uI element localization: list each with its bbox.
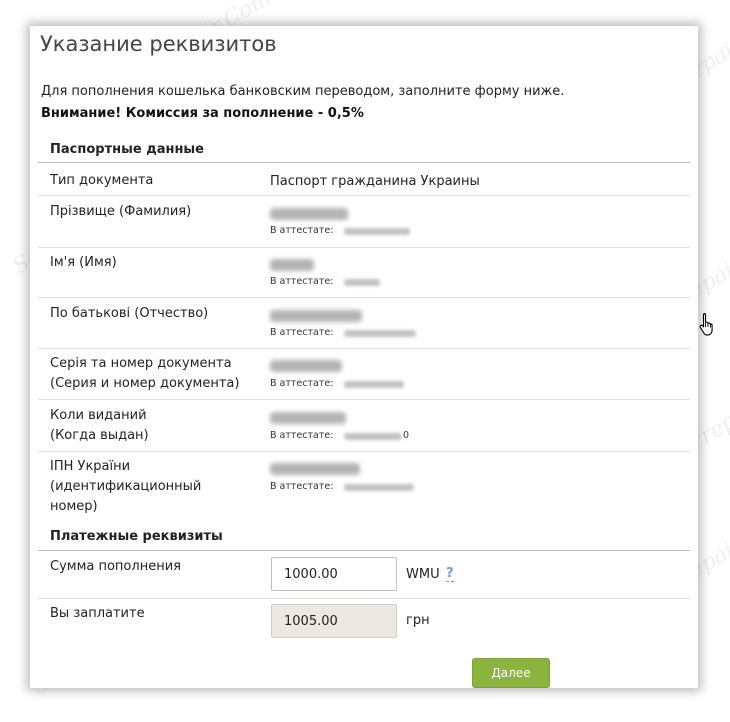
name-attest-redacted	[344, 279, 380, 286]
issued-date-attest-redacted	[344, 433, 402, 440]
issued-date-label-line: Коли виданий	[50, 408, 147, 423]
doc-type-value: Паспорт гражданина Украины	[270, 174, 480, 189]
divider	[38, 297, 690, 298]
commission-warning: Внимание! Комиссия за пополнение - 0,5%	[41, 106, 364, 121]
issued-date-attest-tail: 0	[403, 430, 410, 441]
ipn-label: ІПН України (идентификационный номер)	[50, 457, 260, 517]
divider	[38, 550, 690, 551]
divider	[38, 162, 690, 163]
doc-number-label-line: Серія та номер документа	[50, 356, 232, 371]
ipn-attest-label: В аттестате:	[270, 481, 334, 492]
surname-attest-label: В аттестате:	[270, 225, 334, 236]
divider	[38, 451, 690, 452]
issued-date-label: Коли виданий (Когда выдан)	[50, 406, 260, 446]
doc-number-attest-label: В аттестате:	[270, 378, 334, 389]
issued-date-attest-label: В аттестате:	[270, 430, 334, 441]
requisites-panel: Указание реквизитов Для пополнения кошел…	[30, 26, 698, 688]
divider	[38, 399, 690, 400]
hand-cursor-icon	[699, 312, 715, 340]
name-value-redacted	[270, 259, 314, 271]
passport-section-heading: Паспортные данные	[50, 142, 205, 157]
doc-number-label-line: (Серия и номер документа)	[50, 376, 240, 391]
issued-date-label-line: (Когда выдан)	[50, 428, 149, 443]
amount-label: Сумма пополнения	[50, 559, 181, 574]
ipn-label-line: (идентификационный	[50, 479, 202, 494]
pay-label: Вы заплатите	[50, 606, 145, 621]
doc-type-label: Тип документа	[50, 173, 154, 188]
divider	[38, 195, 690, 196]
surname-attest-redacted	[344, 228, 410, 235]
name-label: Ім'я (Имя)	[50, 255, 117, 270]
surname-value-redacted	[270, 208, 348, 220]
next-button[interactable]: Далее	[472, 658, 550, 688]
payment-section-heading: Платежные реквизиты	[50, 529, 223, 544]
intro-text: Для пополнения кошелька банковским перев…	[41, 84, 565, 99]
amount-input[interactable]: 1000.00	[271, 557, 397, 591]
pay-unit: грн	[406, 613, 430, 628]
doc-number-value-redacted	[270, 360, 342, 372]
name-attest-label: В аттестате:	[270, 276, 334, 287]
surname-label: Прізвище (Фамилия)	[50, 204, 192, 219]
ipn-value-redacted	[270, 463, 360, 475]
help-link[interactable]: ?	[446, 567, 454, 582]
divider	[38, 348, 690, 349]
ipn-label-line: ІПН України	[50, 459, 131, 474]
divider	[38, 598, 690, 599]
patronymic-label: По батькові (Отчество)	[50, 306, 209, 321]
patronymic-attest-redacted	[344, 330, 416, 337]
doc-number-attest-redacted	[344, 381, 404, 388]
divider	[38, 247, 690, 248]
ipn-attest-redacted	[344, 484, 414, 491]
ipn-label-line: номер)	[50, 499, 98, 514]
issued-date-value-redacted	[270, 412, 346, 424]
patronymic-attest-label: В аттестате:	[270, 327, 334, 338]
doc-number-label: Серія та номер документа (Серия и номер …	[50, 354, 260, 394]
patronymic-value-redacted	[270, 310, 362, 322]
pay-amount-field: 1005.00	[271, 604, 397, 638]
amount-unit: WMU	[406, 567, 440, 582]
page-title: Указание реквизитов	[40, 32, 277, 56]
